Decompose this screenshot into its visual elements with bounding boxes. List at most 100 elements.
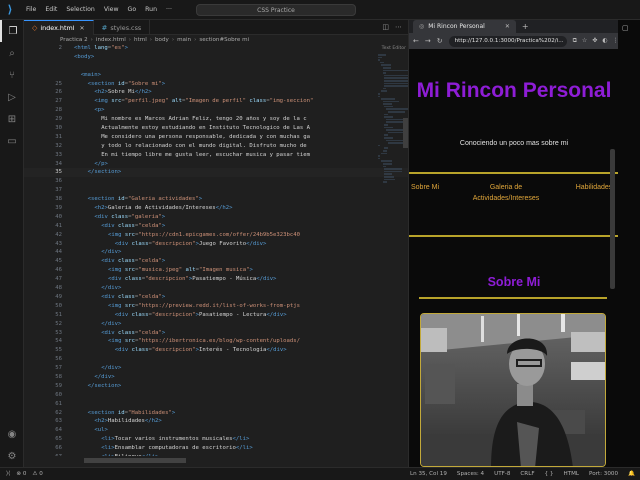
code-line[interactable]: 50 <img src="https://preview.redd.it/list…: [24, 302, 408, 311]
menu-more[interactable]: ···: [166, 6, 172, 13]
more-actions-icon[interactable]: ⋯: [395, 23, 402, 31]
code-line[interactable]: 37: [24, 186, 408, 195]
code-line[interactable]: 42 <img src="https://cdn1.epicgames.com/o…: [24, 231, 408, 240]
code-line[interactable]: 58 </div>: [24, 373, 408, 382]
indentation[interactable]: Spaces: 4: [457, 471, 484, 477]
code-line[interactable]: 40 <div class="galeria">: [24, 213, 408, 222]
minimap[interactable]: Text Editor: [376, 44, 409, 456]
code-line[interactable]: 27 <img src="perfil.jpeg" alt="Imagen de …: [24, 97, 408, 106]
breadcrumb-item[interactable]: index.html: [96, 37, 126, 43]
code-line[interactable]: 35 </section>: [24, 168, 408, 178]
notifications-bell-icon[interactable]: 🔔: [628, 471, 635, 477]
code-line[interactable]: 51 <div class="descripcion">Pasatiempo - …: [24, 311, 408, 320]
split-editor-icon[interactable]: ◫: [382, 23, 389, 31]
code-line[interactable]: 49 <div class="celda">: [24, 293, 408, 302]
code-line[interactable]: 60: [24, 391, 408, 400]
address-bar[interactable]: http://127.0.0.1:3000/Practica%202/i...: [448, 35, 567, 47]
code-line[interactable]: 45 <div class="celda">: [24, 257, 408, 266]
code-line[interactable]: 55 <div class="descripcion">Interés - Tec…: [24, 346, 408, 355]
close-icon[interactable]: ✕: [79, 25, 84, 32]
code-line[interactable]: 62 <section id="Habilidades">: [24, 409, 408, 418]
code-line[interactable]: 46 <img src="musica.jpeg" alt="Imagen mus…: [24, 266, 408, 275]
warnings-icon[interactable]: ⚠ 0: [32, 471, 42, 477]
cursor-position[interactable]: Ln 35, Col 19: [410, 471, 447, 477]
code-line[interactable]: <body>: [24, 53, 408, 62]
language-mode[interactable]: HTML: [563, 471, 579, 477]
reload-icon[interactable]: ↻: [437, 37, 443, 45]
extensions-puzzle-icon[interactable]: ✤: [592, 37, 597, 45]
run-debug-icon[interactable]: ▷: [0, 86, 24, 108]
translate-icon[interactable]: ⧉: [573, 37, 577, 45]
code-line[interactable]: 25 <section id="Sobre mi">: [24, 80, 408, 89]
code-editor[interactable]: 2 <html lang="es"> <body> <main> 25 <section …: [24, 44, 408, 456]
code-line[interactable]: 59 </section>: [24, 382, 408, 391]
code-line[interactable]: 52 </div>: [24, 320, 408, 329]
code-line[interactable]: 36: [24, 177, 408, 186]
code-line[interactable]: 28 <p>: [24, 106, 408, 115]
code-line[interactable]: 26 <h2>Sobre Mi</h2>: [24, 88, 408, 97]
breadcrumb-item[interactable]: html: [134, 37, 147, 43]
live-server-port[interactable]: Port: 3000: [589, 471, 618, 477]
breadcrumb-item[interactable]: body: [155, 37, 169, 43]
code-line[interactable]: 34 </p>: [24, 160, 408, 169]
code-line[interactable]: 30 Actualmente estoy estudiando en Instit…: [24, 124, 408, 133]
code-line[interactable]: <main>: [24, 71, 408, 80]
code-line[interactable]: 67<li>Bilingue</li>: [24, 453, 408, 456]
code-line[interactable]: 53 <div class="celda">: [24, 329, 408, 338]
code-line[interactable]: 43 <div class="descripcion">Juego Favorit…: [24, 240, 408, 249]
remote-explorer-icon[interactable]: ▭: [0, 130, 24, 152]
nav-link-galeria[interactable]: Galeria de Actividades/Intereses: [463, 182, 549, 204]
forward-arrow-icon[interactable]: →: [425, 37, 431, 45]
remote-indicator-icon[interactable]: ⟩⟨: [6, 471, 10, 477]
language-braces[interactable]: { }: [545, 471, 554, 477]
code-line[interactable]: [24, 62, 408, 71]
code-line[interactable]: 38 <section id="Galeria actividades">: [24, 195, 408, 204]
maximize-icon[interactable]: ▢: [622, 24, 629, 32]
code-line[interactable]: 2 <html lang="es">: [24, 44, 408, 53]
tab-index-html[interactable]: ◇ index.html ✕: [24, 20, 94, 35]
line-endings[interactable]: CRLF: [520, 471, 534, 477]
menu-run[interactable]: Run: [145, 6, 157, 13]
search-icon[interactable]: ⌕: [0, 42, 24, 64]
code-line[interactable]: 57 </div>: [24, 364, 408, 373]
source-control-icon[interactable]: ⑂: [0, 64, 24, 86]
menu-go[interactable]: Go: [128, 6, 137, 13]
explorer-icon[interactable]: ❐: [0, 20, 24, 42]
command-center[interactable]: CSS Practice: [196, 4, 356, 16]
code-line[interactable]: 47 <div class="descripcion">Pasatiempo - …: [24, 275, 408, 284]
code-line[interactable]: 39 <h2>Galeria de Actividades/Intereses</…: [24, 204, 408, 213]
breadcrumb-item[interactable]: Practica 2: [60, 37, 88, 43]
code-line[interactable]: 64 <ul>: [24, 426, 408, 435]
menu-view[interactable]: View: [104, 6, 119, 13]
code-line[interactable]: 66 <li>Ensamblar computadoras de escritor…: [24, 444, 408, 453]
profile-icon[interactable]: ◐: [602, 37, 607, 45]
code-line[interactable]: 31 Me considero una persona responsable, …: [24, 133, 408, 142]
manage-gear-icon[interactable]: ⚙: [0, 445, 24, 467]
browser-scrollbar[interactable]: [610, 149, 615, 289]
breadcrumb-item[interactable]: section#Sobre mi: [199, 37, 249, 43]
code-line[interactable]: 29 Mi nombre es Marcos Adrian Feliz, teng…: [24, 115, 408, 124]
code-line[interactable]: 61: [24, 400, 408, 409]
close-icon[interactable]: ✕: [505, 23, 510, 30]
code-line[interactable]: 48 </div>: [24, 284, 408, 293]
code-line[interactable]: 54 <img src="https://ibertronica.es/blog/…: [24, 337, 408, 346]
encoding[interactable]: UTF-8: [494, 471, 510, 477]
account-icon[interactable]: ◉: [0, 423, 24, 445]
nav-link-sobre-mi[interactable]: Sobre Mi: [411, 182, 439, 193]
tab-styles-css[interactable]: # styles.css: [94, 20, 151, 35]
code-line[interactable]: 56: [24, 355, 408, 364]
bookmark-star-icon[interactable]: ☆: [582, 37, 587, 45]
code-line[interactable]: 33 En mi tiempo libre me gusta leer, escu…: [24, 151, 408, 160]
errors-icon[interactable]: ⊗ 0: [16, 471, 26, 477]
new-tab-icon[interactable]: +: [522, 22, 529, 31]
menu-edit[interactable]: Edit: [45, 6, 57, 13]
browser-tab[interactable]: ◎ Mi Rincon Personal ✕: [413, 20, 516, 33]
code-line[interactable]: 41 <div class="celda">: [24, 222, 408, 231]
code-line[interactable]: 65 <li>Tocar varios instrumentos musicale…: [24, 435, 408, 444]
code-line[interactable]: 44 </div>: [24, 248, 408, 257]
horizontal-scrollbar[interactable]: [84, 458, 186, 463]
code-line[interactable]: 32 y todo lo relacionado con el mundo dig…: [24, 142, 408, 151]
extensions-icon[interactable]: ⊞: [0, 108, 24, 130]
code-line[interactable]: 63 <h2>Habilidades</h2>: [24, 417, 408, 426]
menu-file[interactable]: File: [26, 6, 36, 13]
